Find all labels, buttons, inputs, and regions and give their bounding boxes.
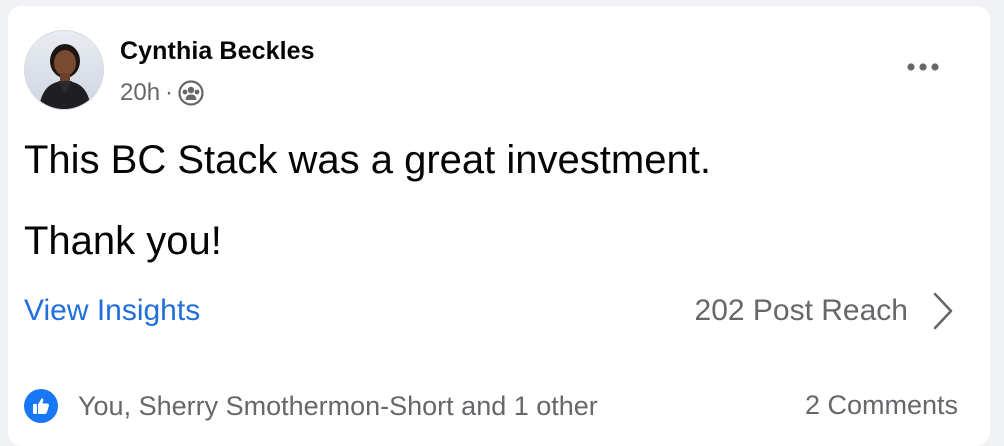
post-text-line: This BC Stack was a great investment.	[24, 138, 711, 182]
more-options-icon	[905, 59, 941, 77]
author-avatar[interactable]	[24, 30, 104, 110]
post-meta: 20h ·	[120, 78, 204, 108]
meta-separator: ·	[165, 79, 174, 106]
chevron-right-icon	[932, 291, 954, 331]
post-reach-label: 202 Post Reach	[694, 294, 908, 327]
post-text-line: Thank you!	[24, 219, 222, 263]
comments-count-link[interactable]: 2 Comments	[805, 390, 958, 421]
post-timestamp[interactable]: 20h	[120, 79, 160, 107]
reactions-summary[interactable]: You, Sherry Smothermon-Short and 1 other	[24, 388, 598, 424]
more-options-button[interactable]	[896, 50, 950, 86]
post-card: Cynthia Beckles 20h · This BC Stack was …	[8, 6, 990, 446]
post-reach-button[interactable]: 202 Post Reach	[695, 289, 954, 333]
reactions-text: You, Sherry Smothermon-Short and 1 other	[78, 390, 598, 421]
friends-audience-icon[interactable]	[178, 80, 204, 106]
view-insights-link[interactable]: View Insights	[24, 294, 200, 328]
author-name[interactable]: Cynthia Beckles	[120, 37, 315, 66]
like-icon	[24, 389, 58, 423]
